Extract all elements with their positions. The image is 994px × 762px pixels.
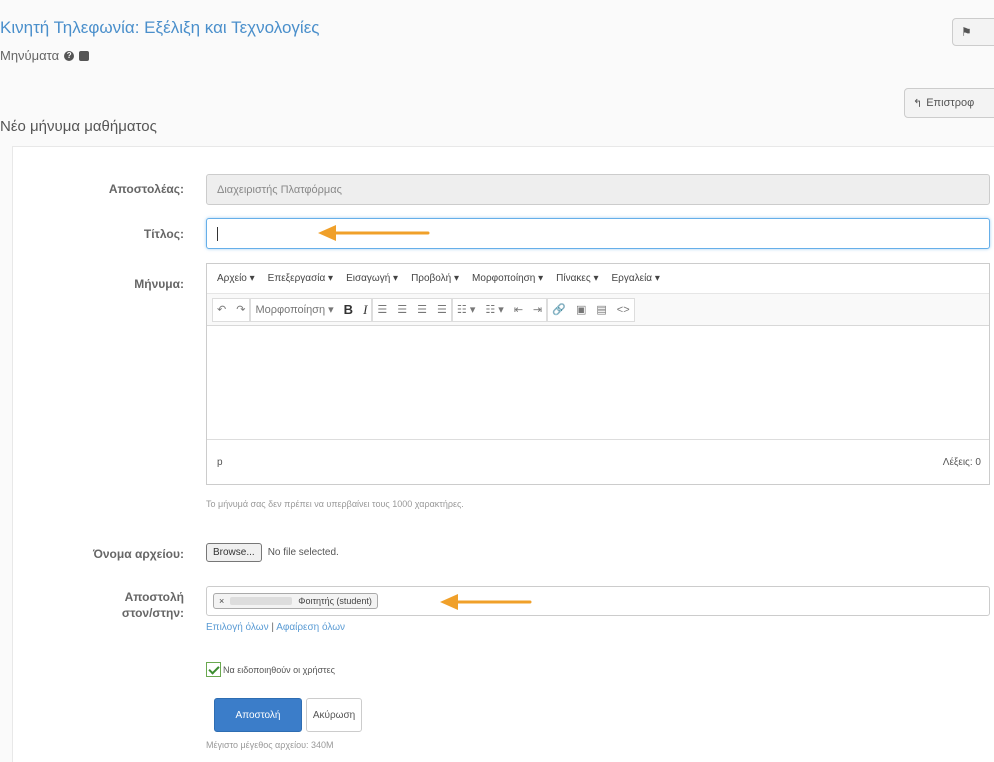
sender-field: Διαχειριστής Πλατφόρμας xyxy=(206,174,990,205)
help-circle-icon[interactable]: ? xyxy=(64,50,75,61)
menu-tables[interactable]: Πίνακες ▾ xyxy=(556,273,598,284)
max-size-text: Μέγιστο μέγεθος αρχείου: 340M xyxy=(206,740,334,750)
recipient-role: Φοιτητής (student) xyxy=(298,596,372,606)
recipients-label-line1: Αποστολή xyxy=(124,590,184,604)
link-separator: | xyxy=(271,622,274,633)
align-justify-icon[interactable]: ☰ xyxy=(437,303,447,316)
insert-group: 🔗 ▣ ▤ <> xyxy=(547,297,635,322)
recipients-label: Αποστολή στον/στην: xyxy=(122,589,184,621)
editor-statusbar: p Λέξεις: 0 xyxy=(207,439,989,485)
notify-row: Να ειδοποιηθούν οι χρήστες xyxy=(206,662,335,677)
recipient-remove-icon[interactable]: × xyxy=(219,596,224,606)
element-path[interactable]: p xyxy=(217,457,223,468)
recipient-links: Επιλογή όλων | Αφαίρεση όλων xyxy=(206,622,345,633)
text-caret xyxy=(217,226,218,241)
format-dropdown[interactable]: Μορφοποίηση ▾ xyxy=(255,303,333,316)
title-label: Τίτλος: xyxy=(143,227,184,241)
menu-insert[interactable]: Εισαγωγή ▾ xyxy=(346,273,398,284)
media-icon[interactable]: ▤ xyxy=(596,303,606,316)
arrow-annotation-recipient xyxy=(440,594,532,610)
browse-button[interactable]: Browse... xyxy=(206,543,262,562)
section-title: Νέο μήνυμα μαθήματος xyxy=(0,118,157,135)
menu-edit[interactable]: Επεξεργασία ▾ xyxy=(268,273,333,284)
word-count: Λέξεις: 0 xyxy=(942,457,981,468)
recipient-tag: × Φοιτητής (student) xyxy=(213,593,378,609)
italic-icon[interactable]: I xyxy=(363,302,367,318)
editor-content-area[interactable] xyxy=(207,326,989,439)
back-button[interactable]: ↰ Επιστροφ xyxy=(904,88,994,118)
remove-all-link[interactable]: Αφαίρεση όλων xyxy=(276,622,345,633)
list-group: ☷ ▾ ☷ ▾ ⇤ ⇥ xyxy=(451,297,548,322)
align-center-icon[interactable]: ☰ xyxy=(397,303,407,316)
recipient-name-redacted xyxy=(230,597,293,605)
flag-button[interactable]: ⚑ xyxy=(952,18,994,46)
page-subtitle: Μηνύματα xyxy=(0,48,60,63)
sender-value: Διαχειριστής Πλατφόρμας xyxy=(217,183,342,196)
editor-menubar: Αρχείο ▾ Επεξεργασία ▾ Εισαγωγή ▾ Προβολ… xyxy=(207,264,989,294)
cancel-button[interactable]: Ακύρωση xyxy=(306,698,362,732)
message-label: Μήνυμα: xyxy=(134,277,184,291)
numbered-list-icon[interactable]: ☷ ▾ xyxy=(485,303,503,316)
sender-label: Αποστολέας: xyxy=(108,182,184,196)
undo-icon[interactable]: ↶ xyxy=(217,303,226,316)
file-input: Browse... No file selected. xyxy=(206,543,339,562)
menu-format[interactable]: Μορφοποίηση ▾ xyxy=(472,273,543,284)
outdent-icon[interactable]: ⇤ xyxy=(514,303,523,316)
no-file-text: No file selected. xyxy=(267,547,339,558)
reply-icon: ↰ xyxy=(913,97,923,110)
editor-toolbar: ↶ ↷ Μορφοποίηση ▾ B I ☰ ☰ ☰ ☰ ☷ ▾ ☷ ▾ ⇤ … xyxy=(207,294,989,326)
message-editor[interactable]: Αρχείο ▾ Επεξεργασία ▾ Εισαγωγή ▾ Προβολ… xyxy=(206,263,990,485)
bullet-list-icon[interactable]: ☷ ▾ xyxy=(457,303,475,316)
notify-label[interactable]: Να ειδοποιηθούν οι χρήστες xyxy=(223,665,335,675)
align-left-icon[interactable]: ☰ xyxy=(377,303,387,316)
recipients-field[interactable]: × Φοιτητής (student) xyxy=(206,586,990,616)
redo-icon[interactable]: ↷ xyxy=(236,303,245,316)
message-help-text: Το μήνυμά σας δεν πρέπει να υπερβαίνει τ… xyxy=(206,499,464,509)
indent-icon[interactable]: ⇥ xyxy=(533,303,542,316)
bold-icon[interactable]: B xyxy=(344,302,353,317)
menu-view[interactable]: Προβολή ▾ xyxy=(411,273,459,284)
link-icon[interactable]: 🔗 xyxy=(552,303,566,316)
send-button[interactable]: Αποστολή xyxy=(214,698,302,732)
breadcrumb: Μηνύματα ? xyxy=(0,48,90,63)
format-group: Μορφοποίηση ▾ B I xyxy=(250,297,373,322)
back-button-label: Επιστροφ xyxy=(926,97,975,109)
file-label: Όνομα αρχείου: xyxy=(92,547,184,561)
print-icon[interactable] xyxy=(79,50,90,61)
flag-icon: ⚑ xyxy=(961,25,972,39)
history-group: ↶ ↷ xyxy=(212,297,251,322)
image-icon[interactable]: ▣ xyxy=(576,303,586,316)
align-group: ☰ ☰ ☰ ☰ xyxy=(372,297,452,322)
notify-checkbox[interactable] xyxy=(206,662,221,677)
select-all-link[interactable]: Επιλογή όλων xyxy=(206,622,269,633)
arrow-annotation-title xyxy=(318,225,430,241)
align-right-icon[interactable]: ☰ xyxy=(417,303,427,316)
menu-file[interactable]: Αρχείο ▾ xyxy=(217,273,255,284)
menu-tools[interactable]: Εργαλεία ▾ xyxy=(611,273,659,284)
recipients-label-line2: στον/στην: xyxy=(121,606,184,620)
course-title[interactable]: Κινητή Τηλεφωνία: Εξέλιξη και Τεχνολογίε… xyxy=(0,18,319,38)
code-icon[interactable]: <> xyxy=(617,304,630,316)
